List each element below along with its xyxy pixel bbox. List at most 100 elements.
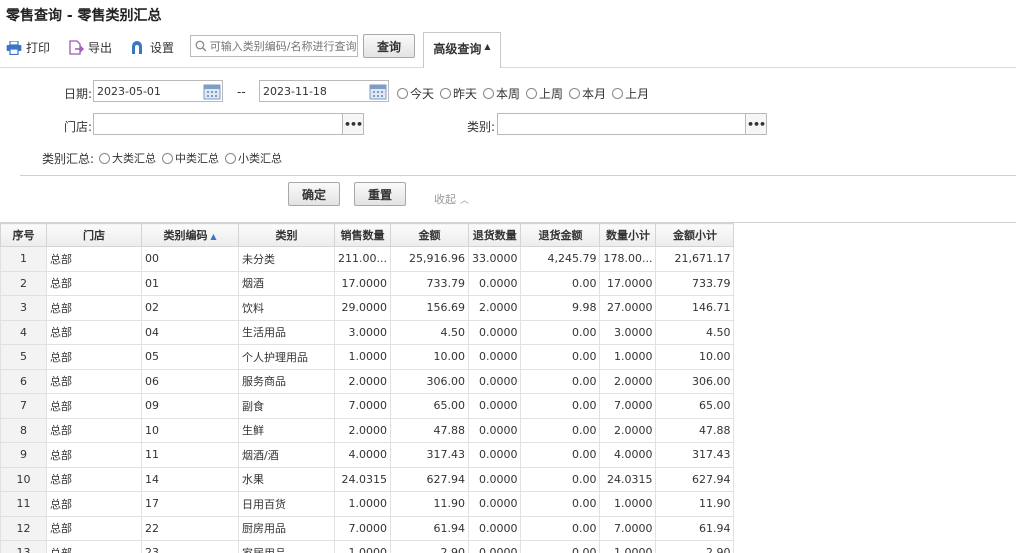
col-qty-subtotal-cell: 1.0000 [599, 344, 657, 370]
table-row[interactable]: 9 总部 11 烟酒/酒 4.0000 317.43 0.0000 0.00 4.0000 317… [0, 442, 735, 468]
col-return-amount-cell: 0.00 [520, 466, 601, 492]
col-store-cell: 总部 [46, 368, 142, 394]
col-sales-qty-header[interactable]: 销售数量 [334, 223, 391, 247]
table-row[interactable]: 7 总部 09 副食 7.0000 65.00 0.0000 0.00 7.0000 65.00 [0, 393, 735, 419]
col-amount-subtotal-cell: 146.71 [655, 295, 735, 321]
summary-option-group: 大类汇总 中类汇总 小类汇总 [99, 150, 288, 166]
radio-today[interactable]: 今天 [397, 85, 434, 102]
store-label: 门店: [64, 120, 93, 134]
query-button[interactable]: 查询 [363, 34, 415, 58]
radio-this-week[interactable]: 本周 [483, 85, 520, 102]
table-row[interactable]: 12 总部 22 厨房用品 7.0000 61.94 0.0000 0.00 7.0000 61.… [0, 515, 735, 541]
settings-label: 设置 [150, 41, 175, 55]
col-return-amount-cell: 0.00 [520, 344, 601, 370]
category-field[interactable] [497, 113, 747, 135]
col-sales-qty-cell: 1.0000 [334, 540, 391, 553]
col-sales-qty-cell: 1.0000 [334, 344, 391, 370]
col-qty-subtotal-cell: 7.0000 [599, 515, 657, 541]
col-index-cell: 1 [0, 246, 47, 272]
col-qty-subtotal-cell: 3.0000 [599, 319, 657, 345]
filter-divider [20, 175, 1016, 176]
col-qty-subtotal-cell: 27.0000 [599, 295, 657, 321]
printer-icon [6, 40, 22, 55]
table-row[interactable]: 4 总部 04 生活用品 3.0000 4.50 0.0000 0.00 3.0000 4.50 [0, 319, 735, 345]
col-amount-subtotal-cell: 47.88 [655, 417, 735, 443]
col-category-code-cell: 02 [141, 295, 239, 321]
col-return-amount-cell: 0.00 [520, 393, 601, 419]
radio-this-month[interactable]: 本月 [569, 85, 606, 102]
calendar-icon[interactable] [201, 80, 223, 102]
export-button[interactable]: 导出 [68, 39, 112, 56]
table-row[interactable]: 1 总部 00 未分类 211.00... 25,916.96 33.0000 4,245.7… [0, 246, 735, 272]
col-category-code-cell: 04 [141, 319, 239, 345]
col-sales-qty-cell: 4.0000 [334, 442, 391, 468]
table-row[interactable]: 10 总部 14 水果 24.0315 627.94 0.0000 0.00 24.0315 62… [0, 466, 735, 492]
col-amount-subtotal-cell: 733.79 [655, 270, 735, 296]
col-index-cell: 11 [0, 491, 47, 517]
col-qty-subtotal-header[interactable]: 数量小计 [599, 223, 657, 247]
store-picker-button[interactable]: ••• [342, 113, 364, 135]
table-row[interactable]: 2 总部 01 烟酒 17.0000 733.79 0.0000 0.00 17.0000 733… [0, 270, 735, 296]
col-sales-qty-cell: 2.0000 [334, 368, 391, 394]
col-category-code-cell: 11 [141, 442, 239, 468]
col-qty-subtotal-cell: 24.0315 [599, 466, 657, 492]
col-amount-header[interactable]: 金额 [389, 223, 469, 247]
col-return-qty-cell: 0.0000 [467, 466, 522, 492]
col-amount-subtotal-cell: 317.43 [655, 442, 735, 468]
col-store-cell: 总部 [46, 344, 142, 370]
col-category-cell: 烟酒 [238, 270, 335, 296]
radio-major-category[interactable]: 大类汇总 [99, 150, 156, 166]
col-store-header[interactable]: 门店 [46, 223, 142, 247]
print-button[interactable]: 打印 [6, 39, 50, 56]
col-return-qty-header[interactable]: 退货数量 [467, 223, 522, 247]
col-category-cell: 未分类 [238, 246, 335, 272]
reset-button[interactable]: 重置 [354, 182, 406, 206]
col-category-code-cell: 06 [141, 368, 239, 394]
col-return-qty-cell: 0.0000 [467, 442, 522, 468]
col-amount-cell: 306.00 [389, 368, 469, 394]
col-return-qty-cell: 0.0000 [467, 319, 522, 345]
col-return-amount-cell: 0.00 [520, 491, 601, 517]
radio-minor-category[interactable]: 小类汇总 [225, 150, 282, 166]
col-category-code-cell: 23 [141, 540, 239, 553]
col-category-code-cell: 09 [141, 393, 239, 419]
search-box[interactable] [190, 35, 358, 57]
col-category-cell: 个人护理用品 [238, 344, 335, 370]
category-picker-button[interactable]: ••• [745, 113, 767, 135]
col-return-amount-header[interactable]: 退货金额 [520, 223, 601, 247]
col-amount-subtotal-cell: 11.90 [655, 491, 735, 517]
radio-last-month[interactable]: 上月 [612, 85, 649, 102]
col-sales-qty-cell: 29.0000 [334, 295, 391, 321]
col-return-amount-cell: 0.00 [520, 368, 601, 394]
col-return-amount-cell: 0.00 [520, 515, 601, 541]
advanced-query-tab[interactable]: 高级查询 ▲ [423, 32, 501, 68]
col-category-code-cell: 17 [141, 491, 239, 517]
collapse-toggle[interactable]: 收起 ︿ [434, 191, 469, 207]
sort-ascending-icon[interactable]: ▲ [208, 232, 216, 241]
table-row[interactable]: 11 总部 17 日用百货 1.0000 11.90 0.0000 0.00 1.0000 11.… [0, 491, 735, 517]
col-qty-subtotal-cell: 1.0000 [599, 491, 657, 517]
radio-middle-category[interactable]: 中类汇总 [162, 150, 219, 166]
radio-yesterday[interactable]: 昨天 [440, 85, 477, 102]
table-row[interactable]: 8 总部 10 生鲜 2.0000 47.88 0.0000 0.00 2.0000 47.88 [0, 417, 735, 443]
col-category-header[interactable]: 类别 [238, 223, 335, 247]
table-row[interactable]: 13总部23家居用品1.00002.900.00000.001.00002.90 [0, 540, 735, 553]
table-row[interactable]: 6 总部 06 服务商品 2.0000 306.00 0.0000 0.00 2.0000 306… [0, 368, 735, 394]
search-input[interactable] [209, 39, 357, 53]
col-qty-subtotal-cell: 1.0000 [599, 540, 657, 553]
radio-last-week[interactable]: 上周 [526, 85, 563, 102]
col-index-header[interactable]: 序号 [0, 223, 47, 247]
store-field[interactable] [93, 113, 343, 135]
table-row[interactable]: 3 总部 02 饮料 29.0000 156.69 2.0000 9.98 27.0000 146… [0, 295, 735, 321]
col-category-code-header[interactable]: 类别编码 ▲ [141, 223, 239, 247]
confirm-button[interactable]: 确定 [288, 182, 340, 206]
col-category-cell: 日用百货 [238, 491, 335, 517]
category-label: 类别: [467, 120, 496, 134]
col-category-cell: 水果 [238, 466, 335, 492]
col-category-code-cell: 01 [141, 270, 239, 296]
col-category-code-cell: 14 [141, 466, 239, 492]
table-row[interactable]: 5 总部 05 个人护理用品 1.0000 10.00 0.0000 0.00 1.0000 10… [0, 344, 735, 370]
settings-button[interactable]: 设置 [130, 39, 174, 56]
col-amount-subtotal-header[interactable]: 金额小计 [655, 223, 735, 247]
calendar-icon[interactable] [367, 80, 389, 102]
